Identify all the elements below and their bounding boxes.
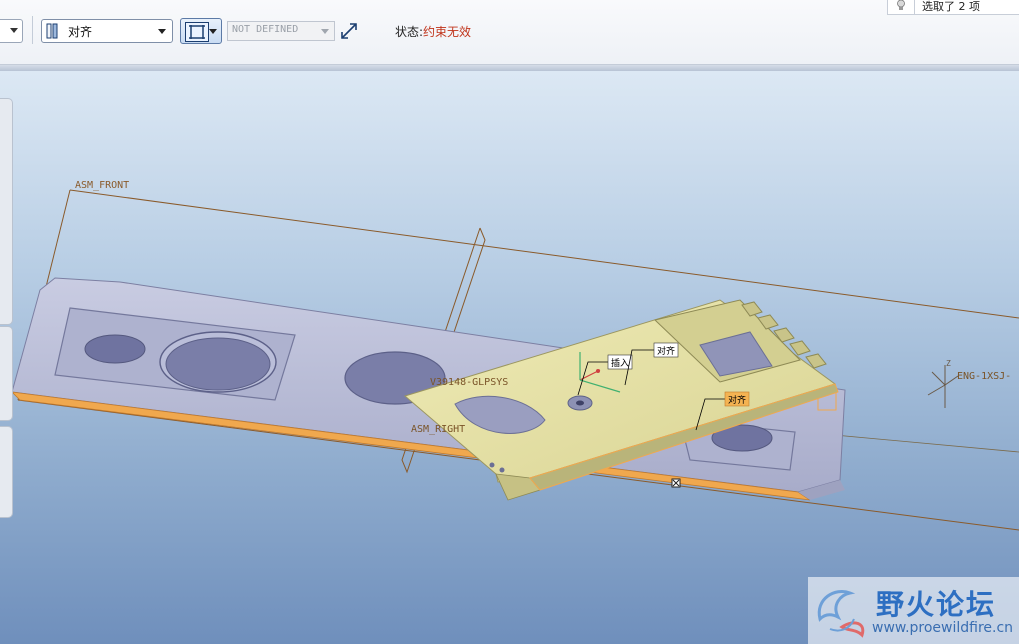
model-tree-panel-handle[interactable] [0,98,13,325]
eng-csys-label[interactable]: ENG-1XSJ- [957,371,1011,382]
watermark-url: www.proewildfire.cn [872,620,1014,636]
side-panel-handle[interactable] [0,326,13,421]
eng-csys-triad-icon [927,365,959,408]
asm-right-label[interactable]: ASM_RIGHT [411,424,465,435]
forum-watermark: 野火论坛 www.proewildfire.cn [808,577,1019,644]
constraint-tag-label: 插入 [611,357,629,369]
logo-icon [817,590,865,638]
constraint-tag-label: 对齐 [657,345,675,357]
csys-axis-label: Z [946,359,951,368]
watermark-title: 野火论坛 [876,588,997,621]
side-panel-handle[interactable] [0,426,13,518]
model-scene[interactable]: Z ASM_FRONT ASM_RIGHT V39148-GLPSYS ENG-… [0,0,1019,644]
csys-label[interactable]: V39148-GLPSYS [430,377,508,388]
constraint-tag-label: 对齐 [728,394,746,406]
asm-front-label[interactable]: ASM_FRONT [75,180,129,191]
drag-handle-icon[interactable] [671,478,681,488]
